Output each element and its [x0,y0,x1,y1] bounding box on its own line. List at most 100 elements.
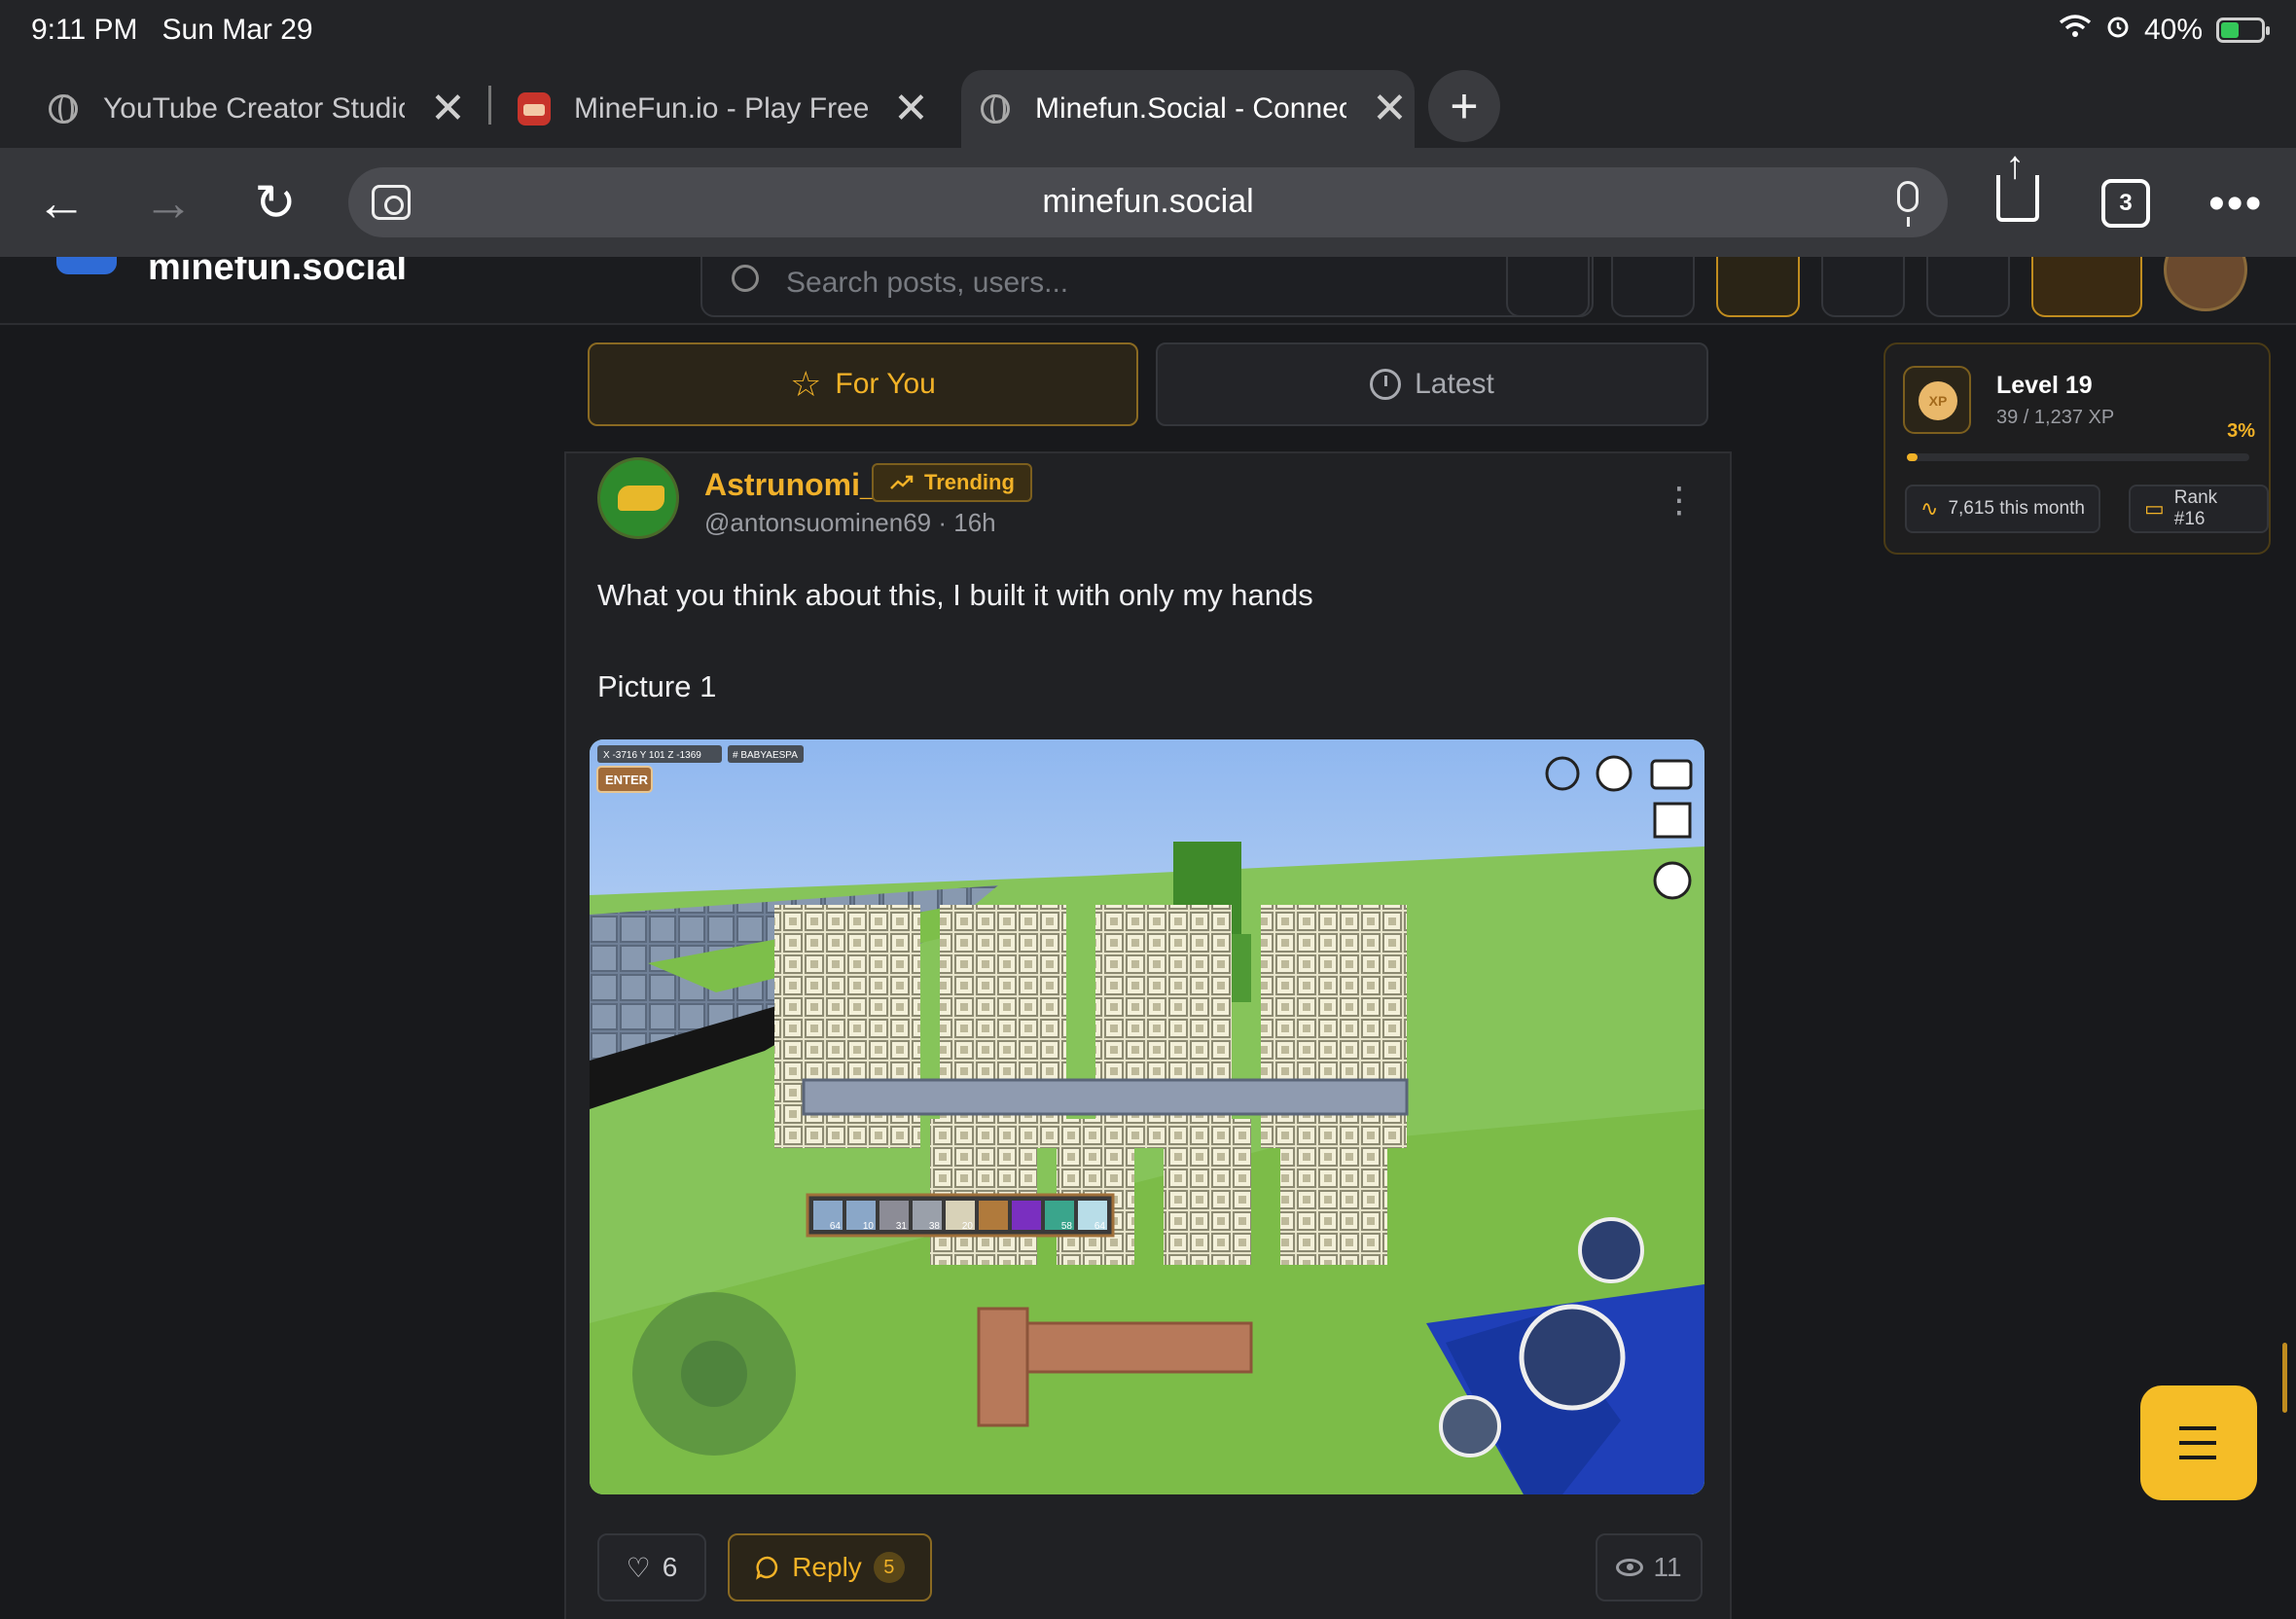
monthly-xp-label: 7,615 this month [1948,498,2085,519]
close-tab-icon[interactable]: ✕ [430,88,466,130]
browser-tab-minefun-io[interactable]: MineFun.io - Play Free Online Games ✕ [498,70,929,148]
search-button[interactable] [1506,257,1590,317]
shop-icon [1653,802,1692,839]
menu-fab-button[interactable] [2140,1385,2257,1500]
browser-toolbar: ← → ↻ minefun.social 3 ••• [0,144,2296,257]
reload-button[interactable]: ↻ [241,169,309,237]
tab-label: For You [835,368,936,400]
rank-icon: ▭ [2144,496,2165,521]
star-icon: ☆ [790,364,822,404]
emote-icon [1596,755,1632,792]
monthly-xp-chip[interactable]: ∿ 7,615 this month [1905,485,2100,533]
tab-count-button[interactable]: 3 [2101,179,2150,228]
bookmark-icon[interactable] [1611,257,1695,317]
heart-icon: ♡ [626,1552,651,1583]
bag-icon [1653,861,1692,900]
xp-progress-text: 39 / 1,237 XP [1996,407,2115,428]
status-bar: 9:11 PM Sun Mar 29 40% [0,0,2296,60]
post-body: What you think about this, I built it wi… [597,578,1313,612]
hotbar-count: 38 [929,1221,941,1232]
hotbar-count: 64 [830,1221,842,1232]
back-button[interactable]: ← [27,169,95,237]
clock-icon [1370,369,1402,400]
status-time: 9:11 PM Sun Mar 29 [31,14,313,46]
eye-icon [1616,1559,1644,1576]
hotbar: 64 10 31 38 20 58 64 [806,1193,1115,1238]
new-tab-button[interactable]: + [1428,70,1500,142]
tv-icon[interactable] [1716,257,1800,317]
views-value: 11 [1653,1552,1682,1582]
hotbar-count: 58 [1061,1221,1073,1232]
rank-chip[interactable]: ▭ Rank #16 [2129,485,2269,533]
author-name[interactable]: Astrunomi_ [704,467,878,503]
crouch-icon [1439,1395,1501,1457]
hotbar-count: 10 [863,1221,875,1232]
more-menu-icon[interactable]: ••• [2208,177,2263,231]
xp-progress-fill [1907,453,1918,461]
globe-icon [981,94,1010,124]
site-name[interactable]: minefun.social [148,257,407,289]
post-image[interactable]: X -3716 Y 101 Z -1369 # BABYAESPA ENTER … [590,739,1704,1494]
xp-progress-bar [1907,453,2249,461]
user-avatar[interactable] [2164,257,2247,311]
hamburger-icon [2179,1426,2216,1459]
activity-icon: ∿ [1920,496,1939,521]
author-handle-time: @antonsuominen69 · 16h [704,508,996,537]
notifications-bell-icon[interactable] [1926,257,2010,317]
site-logo-icon[interactable] [56,257,117,274]
like-button[interactable]: ♡ 6 [597,1533,706,1601]
tab-divider [488,86,491,125]
sprint-icon [1578,1217,1644,1283]
globe-icon [49,94,78,124]
search-input[interactable]: Search posts, users... [700,257,1594,317]
browser-tab-youtube[interactable]: YouTube Creator Studio ✕ [29,70,466,148]
trending-up-icon [890,475,914,489]
hotbar-count: 64 [1094,1221,1106,1232]
search-placeholder: Search posts, users... [786,267,1069,299]
trending-badge: Trending [872,463,1032,502]
tab-title: Minefun.Social - Connect [1035,92,1346,125]
close-tab-icon[interactable]: ✕ [893,88,929,130]
hotbar-slot [1012,1201,1041,1230]
wifi-icon [2059,14,2092,47]
reply-button[interactable]: Reply 5 [728,1533,932,1601]
xp-percent: 3% [2227,420,2255,442]
post-options-icon[interactable]: ⋮ [1662,483,1697,518]
scrollbar-indicator[interactable] [2282,1343,2287,1413]
tab-for-you[interactable]: ☆ For You [588,342,1138,426]
rank-label: Rank #16 [2173,487,2218,529]
discord-icon[interactable] [1821,257,1905,317]
tab-title: YouTube Creator Studio [103,92,405,125]
rewards-button[interactable] [2031,257,2142,317]
tab-label: Latest [1415,368,1494,400]
forward-button[interactable]: → [134,169,202,237]
jump-icon [1519,1304,1626,1411]
minefun-favicon-icon [518,92,551,126]
status-indicators: 40% [2059,14,2270,47]
comment-icon [756,1556,778,1580]
tab-latest[interactable]: Latest [1156,342,1708,426]
cards-icon [1650,759,1693,790]
microphone-icon[interactable] [1897,181,1919,227]
hotbar-count: 31 [896,1221,908,1232]
like-count: 6 [662,1552,678,1582]
url-text: minefun.social [1042,183,1254,220]
battery-icon [2216,18,2270,43]
author-avatar[interactable] [597,457,679,539]
share-icon[interactable] [1996,144,2039,222]
search-icon [732,265,759,292]
xp-coin-icon [1903,366,1971,434]
enter-label: ENTER [605,773,649,787]
address-bar[interactable]: minefun.social [348,167,1948,237]
reply-label: Reply [792,1552,862,1582]
post-card: Astrunomi_ Trending @antonsuominen69 · 1… [564,451,1732,1619]
close-tab-icon[interactable]: ✕ [1372,88,1408,130]
badge-label: Trending [924,470,1015,494]
level-title: Level 19 [1996,372,2093,399]
post-body-caption: Picture 1 [597,669,717,703]
hotbar-slot [979,1201,1008,1230]
view-count: 11 [1596,1533,1703,1601]
battery-percent: 40% [2143,14,2203,46]
browser-tab-minefun-social[interactable]: Minefun.Social - Connect ✕ [961,70,1415,148]
tab-title: MineFun.io - Play Free Online Games [574,92,868,125]
